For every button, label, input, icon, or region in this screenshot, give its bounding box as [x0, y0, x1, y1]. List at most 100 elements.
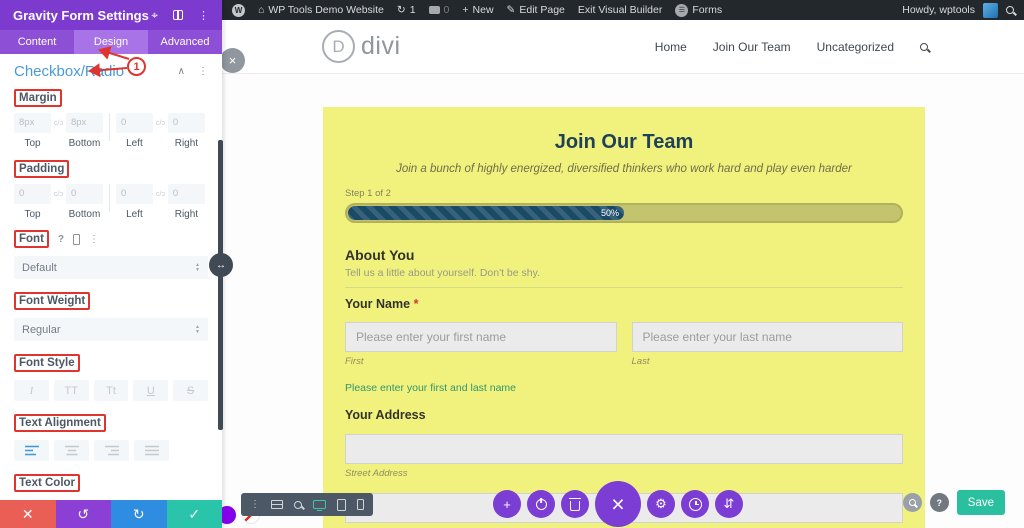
last-name-input[interactable] — [632, 322, 904, 352]
page-help-button[interactable]: ? — [930, 493, 949, 512]
close-controls-button[interactable]: × — [595, 481, 641, 527]
section-toggle-checkbox-radio[interactable]: Checkbox/Radio — [14, 63, 124, 80]
discard-button[interactable]: ✕ — [0, 500, 56, 528]
padding-left-input[interactable]: 0 — [116, 184, 153, 204]
wordpress-menu[interactable]: W — [232, 4, 245, 17]
first-name-input[interactable] — [345, 322, 617, 352]
small-caps-button[interactable]: Tt — [94, 380, 129, 401]
required-mark: * — [414, 297, 419, 311]
link-values-icon[interactable]: c/ɔ — [54, 120, 63, 127]
home-icon: ⌂ — [258, 4, 264, 16]
font-options-icon[interactable]: ⋮ — [89, 234, 99, 245]
expand-icon[interactable]: ⌖ — [151, 8, 158, 23]
nav-join-our-team[interactable]: Join Our Team — [713, 40, 791, 54]
address-field-label: Your Address — [345, 408, 903, 422]
panel-resize-handle[interactable]: ↔ — [209, 253, 233, 277]
tab-design[interactable]: Design — [74, 30, 148, 54]
redo-icon: ↻ — [133, 506, 145, 523]
panel-actions: ✕ ↺ ↻ ✓ — [0, 500, 222, 528]
wordpress-logo-icon: W — [232, 4, 245, 17]
comments-link[interactable]: 0 — [429, 4, 450, 16]
align-center-button[interactable] — [54, 440, 89, 461]
padding-right-input[interactable]: 0 — [168, 184, 205, 204]
strikethrough-button[interactable]: S — [173, 380, 208, 401]
forms-link[interactable]: ☰Forms — [675, 4, 722, 17]
progress-percent-label: 50% — [601, 208, 619, 218]
font-weight-select[interactable]: Regular ▲▼ — [14, 318, 208, 341]
padding-top-input[interactable]: 0 — [14, 184, 51, 204]
zoom-view-icon[interactable] — [294, 501, 302, 509]
site-name-link[interactable]: ⌂WP Tools Demo Website — [258, 4, 384, 16]
page-zoom-button[interactable] — [903, 493, 922, 512]
reorder-button[interactable]: ⇵ — [715, 490, 743, 518]
tab-advanced[interactable]: Advanced — [148, 30, 222, 54]
gravity-form-section[interactable]: Join Our Team Join a bunch of highly ene… — [323, 107, 925, 528]
history-button[interactable] — [681, 490, 709, 518]
confirm-button[interactable]: ✓ — [167, 500, 223, 528]
responsive-phone-icon[interactable] — [73, 234, 80, 245]
name-hint: Please enter your first and last name — [345, 382, 903, 394]
link-values-icon[interactable]: c/ɔ — [54, 191, 63, 198]
street-address-input[interactable] — [345, 434, 903, 464]
font-style-label: Font Style — [14, 354, 80, 372]
new-content-link[interactable]: +New — [462, 4, 493, 16]
link-values-icon[interactable]: c/ɔ — [156, 191, 165, 198]
site-nav: Home Join Our Team Uncategorized — [655, 20, 928, 74]
margin-top-input[interactable]: 8px — [14, 113, 51, 133]
margin-right-input[interactable]: 0 — [168, 113, 205, 133]
align-justify-button[interactable] — [134, 440, 169, 461]
font-select-value: Default — [22, 262, 57, 274]
delete-module-button[interactable] — [561, 490, 589, 518]
trash-icon — [570, 501, 580, 511]
margin-left-input[interactable]: 0 — [116, 113, 153, 133]
desktop-view-icon[interactable] — [313, 500, 326, 509]
divi-logo-icon: D — [322, 30, 355, 63]
updates-icon: ↻ — [397, 4, 406, 16]
updates-link[interactable]: ↻1 — [397, 4, 416, 16]
preview-close-button[interactable]: × — [220, 48, 245, 73]
phone-view-icon[interactable] — [357, 499, 364, 510]
section-menu-icon[interactable]: ⋮ — [198, 66, 208, 77]
site-search-icon[interactable] — [920, 43, 928, 51]
link-values-icon[interactable]: c/ɔ — [156, 120, 165, 127]
redo-button[interactable]: ↻ — [111, 500, 167, 528]
select-arrows-icon: ▲▼ — [195, 325, 200, 334]
section-heading: About You — [345, 247, 903, 263]
layout-columns-icon[interactable] — [173, 10, 183, 20]
uppercase-button[interactable]: TT — [54, 380, 89, 401]
exit-visual-builder-link[interactable]: Exit Visual Builder — [578, 4, 662, 16]
divi-logo-text: divi — [361, 32, 401, 61]
panel-resize-bar[interactable] — [218, 140, 223, 430]
module-controls: + × ⚙ ⇵ — [493, 481, 743, 527]
wireframe-view-icon[interactable] — [271, 500, 283, 509]
padding-bottom-input[interactable]: 0 — [66, 184, 103, 204]
help-icon[interactable]: ? — [58, 234, 64, 245]
undo-button[interactable]: ↺ — [56, 500, 112, 528]
disable-module-button[interactable] — [527, 490, 555, 518]
search-icon[interactable] — [1006, 6, 1014, 14]
align-left-button[interactable] — [14, 440, 49, 461]
panel-menu-icon[interactable]: ⋮ — [198, 9, 209, 22]
divi-logo[interactable]: D divi — [322, 30, 401, 63]
nav-home[interactable]: Home — [655, 40, 687, 54]
exit-builder-label: Exit Visual Builder — [578, 4, 662, 16]
font-select[interactable]: Default ▲▼ — [14, 256, 208, 279]
margin-label: Margin — [14, 89, 62, 107]
nav-uncategorized[interactable]: Uncategorized — [817, 40, 894, 54]
margin-bottom-input[interactable]: 8px — [66, 113, 103, 133]
panel-header: Gravity Form Settings ⌖ ⋮ — [0, 0, 222, 30]
add-module-button[interactable]: + — [493, 490, 521, 518]
updates-count: 1 — [410, 4, 416, 16]
collapse-chevron-icon[interactable]: ∧ — [178, 66, 185, 77]
underline-button[interactable]: U — [133, 380, 168, 401]
module-settings-button[interactable]: ⚙ — [647, 490, 675, 518]
save-button[interactable]: Save — [957, 490, 1005, 515]
howdy-label[interactable]: Howdy, wptools — [902, 4, 975, 16]
tablet-view-icon[interactable] — [337, 499, 346, 511]
bottom-right-controls: ? Save — [903, 490, 1005, 515]
italic-button[interactable]: I — [14, 380, 49, 401]
edit-page-link[interactable]: ✎Edit Page — [507, 4, 565, 16]
align-right-button[interactable] — [94, 440, 129, 461]
tab-content[interactable]: Content — [0, 30, 74, 54]
toolbar-menu-icon[interactable]: ⋮ — [250, 499, 260, 510]
